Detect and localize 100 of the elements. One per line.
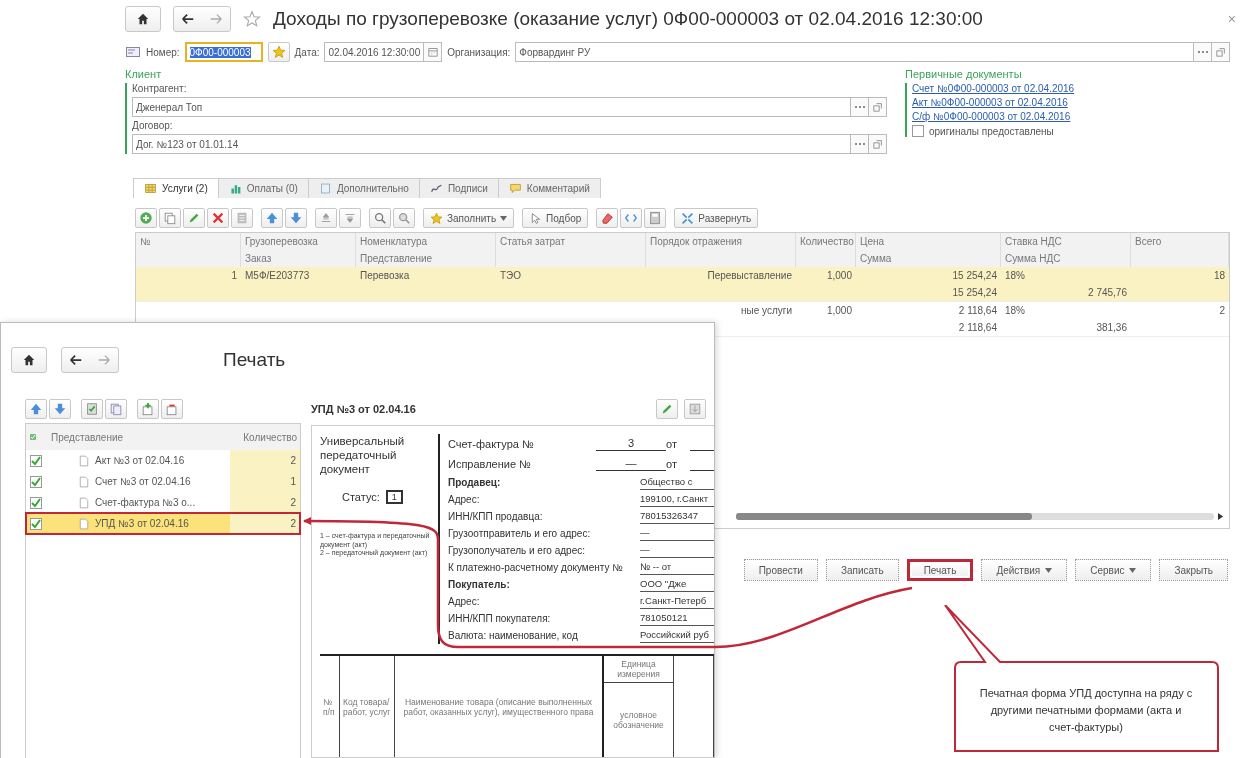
table-cell-text: 381,36 bbox=[1095, 322, 1128, 333]
documents-icon bbox=[109, 402, 123, 416]
star-button[interactable] bbox=[267, 42, 290, 62]
field-value: 199100, г.Санкт bbox=[640, 492, 714, 507]
search-button[interactable] bbox=[393, 208, 415, 228]
down-arrow-button[interactable] bbox=[285, 208, 307, 228]
back-arrow-icon bbox=[69, 353, 83, 367]
document-link[interactable]: Счет №0Ф00-000003 от 02.04.2016 bbox=[912, 83, 1230, 94]
action-button[interactable]: Действия bbox=[981, 559, 1068, 581]
table-cell-text: 1,000 bbox=[825, 305, 853, 316]
scroll-right-icon[interactable] bbox=[1218, 512, 1223, 520]
pick-button[interactable]: Подбор bbox=[522, 208, 589, 228]
calculator-button[interactable] bbox=[644, 208, 667, 228]
tab[interactable]: Комментарий bbox=[497, 178, 601, 198]
list-row[interactable]: Счет-фактура №3 о... 2 bbox=[26, 492, 300, 513]
column-header[interactable]: Порядок отражения bbox=[646, 233, 796, 250]
down-arrow-button[interactable] bbox=[49, 399, 71, 419]
checkbox[interactable] bbox=[30, 496, 42, 509]
column-header: Код товара/ работ, услуг bbox=[340, 656, 395, 757]
action-button[interactable]: Закрыть bbox=[1159, 559, 1228, 581]
action-button[interactable]: Записать bbox=[825, 559, 899, 581]
choose-button[interactable] bbox=[851, 134, 869, 154]
checkbox[interactable] bbox=[30, 454, 42, 467]
organization-field[interactable]: Форвардинг РУ bbox=[515, 42, 1194, 62]
column-header[interactable]: № bbox=[136, 233, 241, 250]
action-button[interactable]: Печать bbox=[906, 559, 974, 581]
open-button[interactable] bbox=[869, 134, 887, 154]
list-row[interactable]: Счет №3 от 02.04.16 1 bbox=[26, 471, 300, 492]
tab[interactable]: Дополнительно bbox=[307, 178, 420, 198]
fill-button[interactable]: Заполнить bbox=[423, 208, 515, 228]
field-value: 781050121 bbox=[640, 611, 714, 626]
field-label: К платежно-расчетному документу № bbox=[448, 562, 625, 573]
up-arrow-button[interactable] bbox=[25, 399, 47, 419]
signature-icon bbox=[429, 182, 443, 195]
choose-button[interactable] bbox=[1194, 42, 1212, 62]
choose-button[interactable] bbox=[851, 97, 869, 117]
sort-up-icon bbox=[319, 211, 333, 225]
delete-button[interactable] bbox=[207, 208, 229, 228]
callout-text: Печатная форма УПД доступна на ряду с другими печатными формами (акта и счет-фактуры) bbox=[978, 686, 1194, 735]
action-button[interactable]: Сервис bbox=[1075, 559, 1152, 581]
counterparty-field[interactable]: Дженерал Топ bbox=[132, 97, 851, 117]
column-header[interactable]: Количество bbox=[230, 431, 300, 443]
column-header[interactable]: Цена bbox=[856, 233, 1001, 250]
save-button[interactable] bbox=[684, 399, 706, 419]
column-header[interactable]: Ставка НДС bbox=[1001, 233, 1131, 250]
calculator-icon bbox=[648, 211, 663, 225]
action-button[interactable]: Провести bbox=[743, 559, 818, 581]
field-value: Общество с bbox=[640, 475, 714, 490]
search-button[interactable] bbox=[369, 208, 391, 228]
home-button[interactable] bbox=[125, 6, 161, 32]
tab[interactable]: Оплаты (0) bbox=[217, 178, 309, 198]
document-icon bbox=[78, 496, 90, 509]
checkbox[interactable] bbox=[30, 475, 42, 488]
column-header[interactable]: Количество bbox=[796, 233, 856, 250]
brackets-button[interactable] bbox=[620, 208, 643, 228]
documents-button[interactable] bbox=[105, 399, 127, 419]
scrollbar[interactable] bbox=[736, 512, 1214, 520]
checkbox[interactable] bbox=[912, 125, 924, 137]
table-cell-text: ные услуги bbox=[740, 305, 793, 316]
sort-up-button[interactable] bbox=[315, 208, 337, 228]
document-check-button[interactable] bbox=[81, 399, 103, 419]
column-header[interactable]: Всего bbox=[1131, 233, 1229, 250]
add-table-button[interactable] bbox=[137, 399, 159, 419]
sort-down-button[interactable] bbox=[339, 208, 361, 228]
tab[interactable]: Подписи bbox=[418, 178, 499, 198]
calendar-button[interactable] bbox=[424, 42, 443, 62]
remove-table-button[interactable] bbox=[161, 399, 183, 419]
checkbox[interactable] bbox=[30, 517, 42, 530]
document-link[interactable]: С/ф №0Ф00-000003 от 02.04.2016 bbox=[912, 111, 1230, 122]
star-icon[interactable] bbox=[243, 10, 261, 28]
pencil-icon bbox=[660, 402, 674, 416]
add-icon bbox=[139, 211, 153, 225]
number-field[interactable]: 0Ф00-000003 bbox=[184, 42, 263, 62]
column-header[interactable]: Грузоперевозка bbox=[241, 233, 356, 250]
pencil-button[interactable] bbox=[656, 399, 678, 419]
column-header[interactable]: Статья затрат bbox=[496, 233, 646, 250]
open-button[interactable] bbox=[869, 97, 887, 117]
table-cell-text: Перевозка bbox=[359, 270, 411, 281]
home-button[interactable] bbox=[11, 347, 47, 373]
field-value: — bbox=[596, 457, 666, 471]
document-link[interactable]: Акт №0Ф00-000003 от 02.04.2016 bbox=[912, 97, 1230, 108]
list-row[interactable]: УПД №3 от 02.04.16 2 bbox=[26, 513, 300, 534]
add-button[interactable] bbox=[135, 208, 157, 228]
star-icon bbox=[430, 211, 443, 225]
pencil-button[interactable] bbox=[183, 208, 205, 228]
copy-button[interactable] bbox=[159, 208, 181, 228]
contract-field[interactable]: Дог. №123 от 01.01.14 bbox=[132, 134, 851, 154]
column-header[interactable]: Номенклатура bbox=[356, 233, 496, 250]
eraser-button[interactable] bbox=[596, 208, 619, 228]
tab[interactable]: Услуги (2) bbox=[133, 178, 219, 198]
date-field[interactable]: 02.04.2016 12:30:00 bbox=[324, 42, 425, 62]
table-cell-text: 1 bbox=[230, 270, 238, 281]
open-button[interactable] bbox=[1212, 42, 1230, 62]
home-icon bbox=[22, 353, 36, 367]
expand-button[interactable]: Развернуть bbox=[674, 208, 759, 228]
list-row[interactable]: Акт №3 от 02.04.16 2 bbox=[26, 450, 300, 471]
list-button[interactable] bbox=[231, 208, 253, 228]
up-arrow-button[interactable] bbox=[261, 208, 283, 228]
list-item-label: Акт №3 от 02.04.16 bbox=[95, 455, 185, 466]
column-header[interactable]: Представление bbox=[48, 431, 230, 443]
